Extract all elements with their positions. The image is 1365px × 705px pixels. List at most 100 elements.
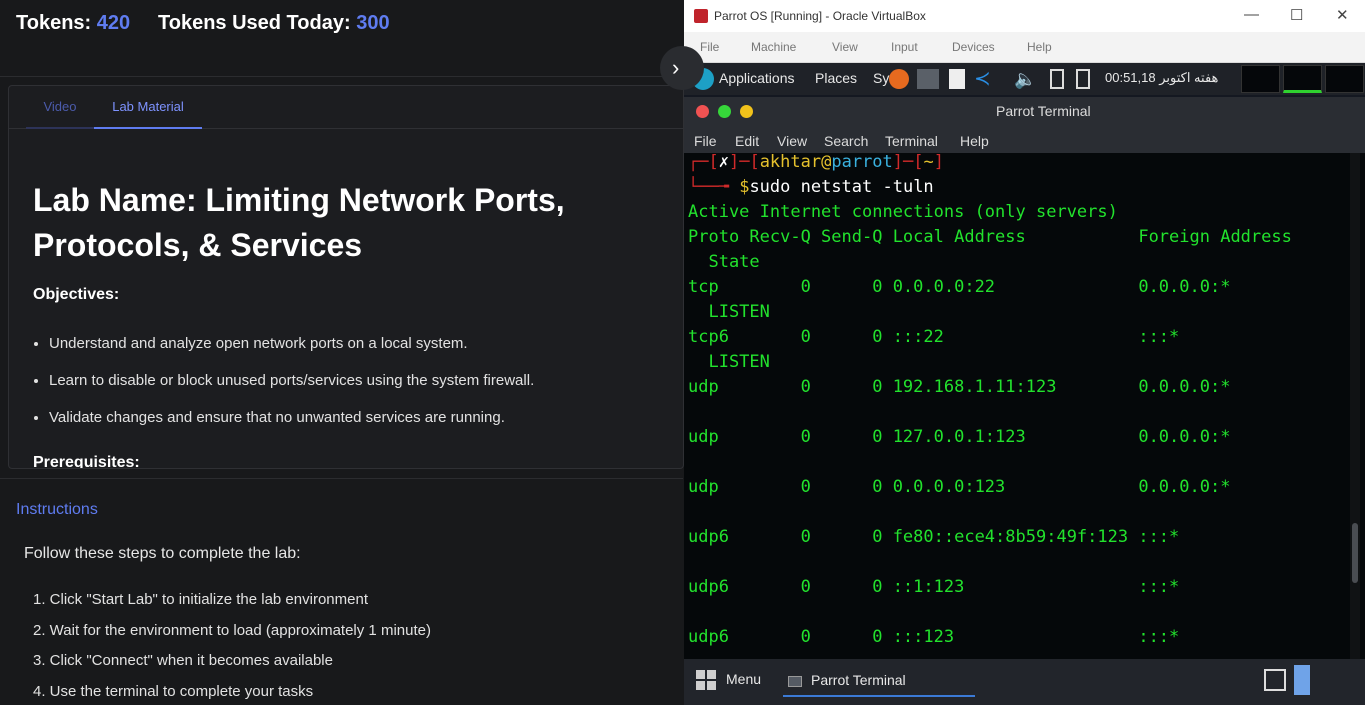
menu-help[interactable]: Help bbox=[960, 133, 989, 149]
tab-bar: Video Lab Material bbox=[9, 86, 683, 129]
terminal-line: udp 0 0 0.0.0.0:123 0.0.0.0:* bbox=[688, 477, 1231, 497]
window-title: Parrot OS [Running] - Oracle VirtualBox bbox=[714, 9, 926, 23]
objectives-list: Understand and analyze open network port… bbox=[49, 332, 669, 443]
terminal-line: udp 0 0 192.168.1.11:123 0.0.0.0:* bbox=[688, 377, 1231, 397]
menu-devices[interactable]: Devices bbox=[952, 40, 995, 54]
divider bbox=[0, 478, 683, 479]
terminal-icon bbox=[788, 676, 802, 687]
clipboard-icon[interactable] bbox=[1076, 69, 1090, 89]
menu-file[interactable]: File bbox=[694, 133, 717, 149]
terminal-line: Proto Recv-Q Send-Q Local Address Foreig… bbox=[688, 227, 1292, 247]
minimize-icon[interactable] bbox=[740, 105, 753, 118]
menu-button[interactable]: Menu bbox=[726, 671, 761, 687]
workspace-preview[interactable] bbox=[1325, 65, 1364, 93]
maximize-icon[interactable] bbox=[718, 105, 731, 118]
workspace-preview[interactable] bbox=[1241, 65, 1280, 93]
places-menu[interactable]: Places bbox=[815, 70, 857, 86]
collapse-panel-button[interactable]: › bbox=[660, 46, 704, 90]
display-icon[interactable] bbox=[1050, 69, 1064, 89]
terminal-line: tcp6 0 0 :::22 :::* bbox=[688, 327, 1180, 347]
prompt-dir: ~ bbox=[923, 153, 934, 172]
prerequisites-heading: Prerequisites: bbox=[33, 454, 140, 469]
menu-search[interactable]: Search bbox=[824, 133, 868, 149]
minimize-icon[interactable]: — bbox=[1244, 6, 1259, 23]
instructions-intro: Follow these steps to complete the lab: bbox=[24, 545, 301, 562]
terminal-line: LISTEN bbox=[688, 302, 770, 322]
chevron-right-icon: › bbox=[672, 55, 680, 80]
guest-taskbar: Menu Parrot Terminal bbox=[684, 659, 1365, 705]
lab-material-card: Video Lab Material Lab Name: Limiting Ne… bbox=[8, 85, 684, 469]
prompt-host: parrot bbox=[831, 153, 893, 172]
vbox-menubar: File Machine View Input Devices Help bbox=[684, 32, 1365, 63]
maximize-icon[interactable]: ☐ bbox=[1290, 6, 1303, 24]
list-item: Learn to disable or block unused ports/s… bbox=[49, 369, 669, 406]
close-icon[interactable]: ✕ bbox=[1336, 6, 1349, 24]
list-item: 1. Click "Start Lab" to initialize the l… bbox=[33, 591, 368, 608]
window-titlebar: Parrot OS [Running] - Oracle VirtualBox … bbox=[684, 0, 1365, 32]
system-monitor-graph[interactable] bbox=[1283, 65, 1322, 93]
lab-panel: Tokens: 420 Tokens Used Today: 300 Video… bbox=[0, 0, 684, 705]
tokens-today-counter: Tokens Used Today: 300 bbox=[158, 12, 390, 35]
clock[interactable]: 00:51,18 هفته اکتوبر bbox=[1105, 70, 1218, 86]
menu-terminal[interactable]: Terminal bbox=[885, 133, 938, 149]
menu-machine[interactable]: Machine bbox=[751, 40, 796, 54]
guest-desktop: Applications Places Sy ≺ 🔈 00:51,18 هفته… bbox=[684, 63, 1365, 705]
objectives-heading: Objectives: bbox=[33, 286, 120, 303]
list-item: 2. Wait for the environment to load (app… bbox=[33, 621, 431, 639]
guest-top-panel: Applications Places Sy ≺ 🔈 00:51,18 هفته… bbox=[684, 63, 1365, 95]
tokens-counter: Tokens: 420 bbox=[16, 12, 130, 35]
volume-icon[interactable]: 🔈 bbox=[1014, 69, 1042, 89]
menu-view[interactable]: View bbox=[777, 133, 807, 149]
terminal-icon[interactable] bbox=[917, 69, 939, 89]
menu-input[interactable]: Input bbox=[891, 40, 918, 54]
list-item: Validate changes and ensure that no unwa… bbox=[49, 406, 669, 443]
list-item: Understand and analyze open network port… bbox=[49, 332, 669, 369]
virtualbox-logo-icon bbox=[694, 9, 708, 23]
prompt-line: ┌─[✗]─[akhtar@parrot]─[~] bbox=[688, 153, 944, 172]
terminal-line: tcp 0 0 0.0.0.0:22 0.0.0.0:* bbox=[688, 277, 1231, 297]
tokens-value: 420 bbox=[96, 12, 131, 34]
terminal-menubar: File Edit View Search Terminal Help bbox=[684, 127, 1365, 153]
terminal-title: Parrot Terminal bbox=[996, 103, 1091, 119]
terminal-line: udp6 0 0 :::123 :::* bbox=[688, 627, 1180, 647]
terminal-line: LISTEN bbox=[688, 352, 770, 372]
taskbar-item-label: Parrot Terminal bbox=[811, 672, 906, 688]
active-workspace[interactable] bbox=[1294, 665, 1310, 695]
terminal-scrollbar[interactable] bbox=[1350, 153, 1360, 659]
prompt-user: akhtar bbox=[759, 153, 822, 172]
close-icon[interactable] bbox=[696, 105, 709, 118]
tokens-today-label: Tokens Used Today: bbox=[158, 12, 351, 34]
grid-menu-icon[interactable] bbox=[696, 670, 716, 690]
firefox-icon[interactable] bbox=[889, 69, 909, 89]
terminal-titlebar: Parrot Terminal bbox=[684, 97, 1365, 127]
list-item: 3. Click "Connect" when it becomes avail… bbox=[33, 652, 333, 669]
menu-help[interactable]: Help bbox=[1027, 40, 1052, 54]
system-menu[interactable]: Sy bbox=[873, 70, 889, 86]
terminal-output[interactable]: ┌─[✗]─[akhtar@parrot]─[~] └──╼ $sudo net… bbox=[684, 153, 1365, 659]
scrollbar-thumb[interactable] bbox=[1352, 523, 1358, 583]
instructions-heading[interactable]: Instructions bbox=[16, 501, 98, 519]
token-bar: Tokens: 420 Tokens Used Today: 300 bbox=[0, 0, 683, 77]
terminal-line: State bbox=[688, 252, 760, 272]
menu-file[interactable]: File bbox=[700, 40, 719, 54]
command-line: └──╼ $sudo netstat -tuln bbox=[688, 177, 934, 197]
menu-edit[interactable]: Edit bbox=[735, 133, 759, 149]
steps-list: 1. Click "Start Lab" to initialize the l… bbox=[33, 590, 431, 705]
tab-lab-material[interactable]: Lab Material bbox=[94, 86, 202, 129]
workspace-switcher-icon[interactable] bbox=[1264, 669, 1286, 691]
terminal-line: udp6 0 0 fe80::ece4:8b59:49f:123 :::* bbox=[688, 527, 1180, 547]
applications-menu[interactable]: Applications bbox=[719, 70, 795, 86]
terminal-window: Parrot Terminal File Edit View Search Te… bbox=[684, 97, 1365, 659]
tab-video[interactable]: Video bbox=[26, 86, 94, 129]
lab-title: Lab Name: Limiting Network Ports, Protoc… bbox=[33, 182, 565, 263]
menu-view[interactable]: View bbox=[832, 40, 858, 54]
terminal-line: udp 0 0 127.0.0.1:123 0.0.0.0:* bbox=[688, 427, 1231, 447]
virtualbox-window: Parrot OS [Running] - Oracle VirtualBox … bbox=[684, 0, 1365, 705]
command-text: sudo netstat -tuln bbox=[749, 177, 934, 197]
tokens-today-value: 300 bbox=[356, 12, 390, 34]
taskbar-item-terminal[interactable]: Parrot Terminal bbox=[783, 665, 975, 697]
file-icon[interactable] bbox=[949, 69, 965, 89]
terminal-line: Active Internet connections (only server… bbox=[688, 202, 1118, 222]
vscode-icon[interactable]: ≺ bbox=[974, 69, 996, 89]
list-item: 4. Use the terminal to complete your tas… bbox=[33, 682, 314, 700]
